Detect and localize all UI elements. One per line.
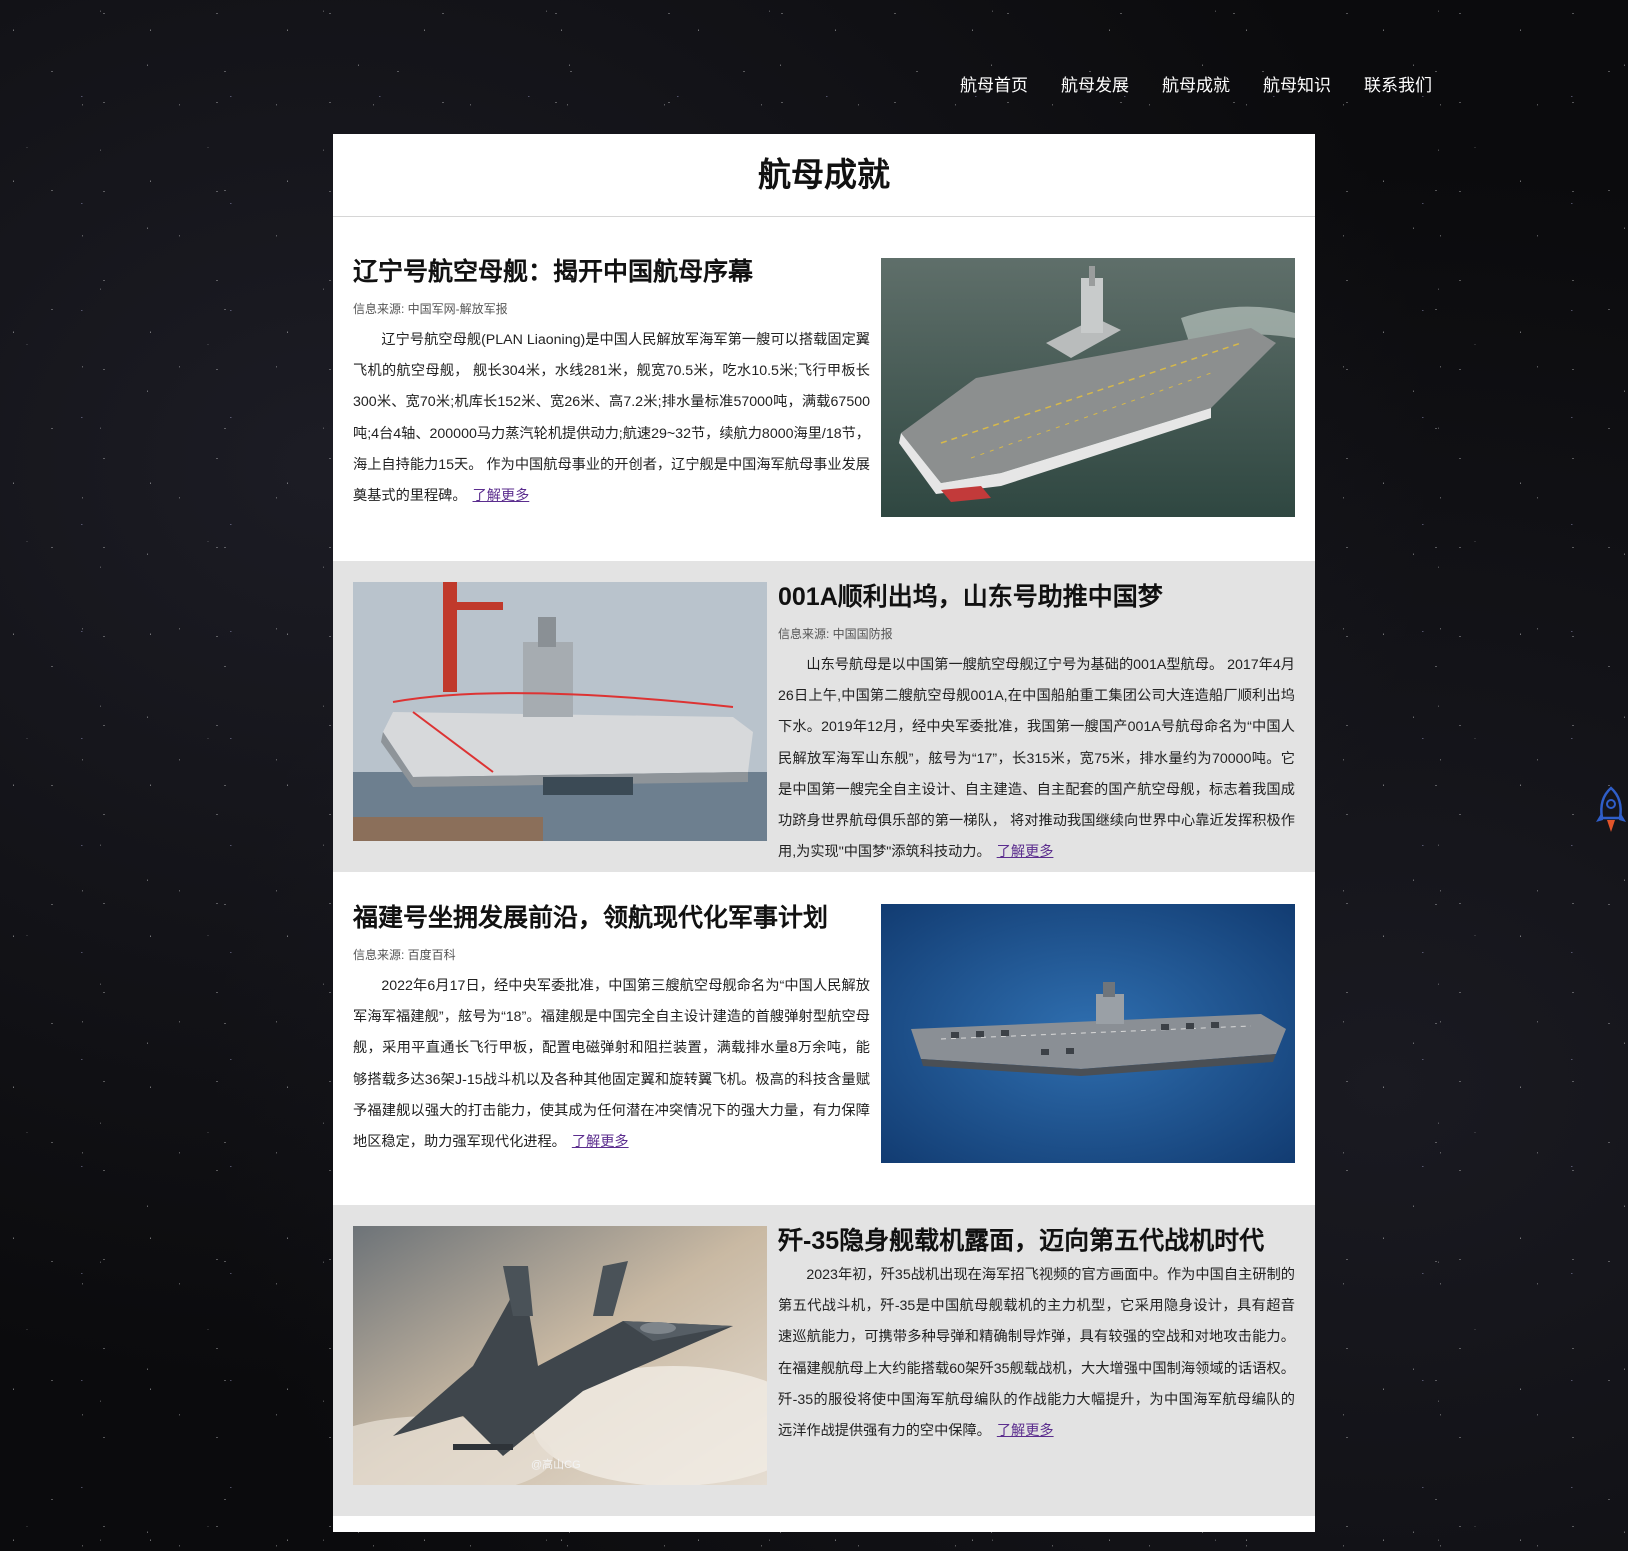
learn-more-link[interactable]: 了解更多 (997, 1423, 1054, 1439)
article-text: 福建号坐拥发展前沿，领航现代化军事计划 信息来源: 百度百科 2022年6月17… (353, 901, 870, 1158)
nav-item-achievements[interactable]: 航母成就 (1162, 72, 1230, 100)
article-title: 歼-35隐身舰载机露面，迈向第五代战机时代 (778, 1227, 1265, 1255)
learn-more-link[interactable]: 了解更多 (473, 488, 530, 504)
article-body-text: 2022年6月17日，经中央军委批准，中国第三艘航空母舰命名为“中国人民解放军海… (353, 978, 870, 1151)
j35-fighter-jet-photo: @高山CG (353, 1226, 767, 1485)
content-card: 航母成就 辽宁号航空母舰：揭开中国航母序幕 信息来源: 中国军网-解放军报 辽宁… (333, 134, 1315, 1532)
article-body-text: 辽宁号航空母舰(PLAN Liaoning)是中国人民解放军海军第一艘可以搭载固… (353, 332, 870, 505)
rocket-icon (1596, 786, 1626, 832)
article-body: 2022年6月17日，经中央军委批准，中国第三艘航空母舰命名为“中国人民解放军海… (353, 971, 870, 1158)
learn-more-link[interactable]: 了解更多 (997, 844, 1054, 860)
article-source: 信息来源: 百度百科 (353, 948, 456, 962)
j35-fighter-jet-photo-icon (353, 1226, 767, 1485)
article-title: 001A顺利出坞，山东号助推中国梦 (778, 583, 1163, 611)
aircraft-carrier-shandong-photo-icon (353, 582, 767, 841)
article-j35: @高山CG 歼-35隐身舰载机露面，迈向第五代战机时代 2023年初，歼35战机… (333, 1205, 1315, 1516)
article-text: 歼-35隐身舰载机露面，迈向第五代战机时代 2023年初，歼35战机出现在海军招… (778, 1224, 1295, 1447)
article-title: 辽宁号航空母舰：揭开中国航母序幕 (353, 258, 754, 286)
article-body-text: 山东号航母是以中国第一艘航空母舰辽宁号为基础的001A型航母。 2017年4月2… (778, 657, 1295, 861)
nav-item-development[interactable]: 航母发展 (1061, 72, 1129, 100)
article-liaoning: 辽宁号航空母舰：揭开中国航母序幕 信息来源: 中国军网-解放军报 辽宁号航空母舰… (333, 217, 1315, 539)
article-source: 信息来源: 中国国防报 (778, 627, 893, 641)
learn-more-link[interactable]: 了解更多 (572, 1134, 629, 1150)
top-nav: 航母首页 航母发展 航母成就 航母知识 联系我们 (960, 72, 1432, 100)
article-body: 山东号航母是以中国第一艘航空母舰辽宁号为基础的001A型航母。 2017年4月2… (778, 650, 1295, 868)
page-title: 航母成就 (333, 134, 1315, 217)
aircraft-carrier-fujian-photo-icon (881, 904, 1295, 1163)
aircraft-carrier-fujian-photo (881, 904, 1295, 1163)
article-source: 信息来源: 中国军网-解放军报 (353, 302, 508, 316)
aircraft-carrier-liaoning-photo (881, 258, 1295, 517)
article-shandong: 001A顺利出坞，山东号助推中国梦 信息来源: 中国国防报 山东号航母是以中国第… (333, 561, 1315, 872)
article-title: 福建号坐拥发展前沿，领航现代化军事计划 (353, 904, 829, 932)
image-watermark: @高山CG (531, 1459, 581, 1471)
article-fujian: 福建号坐拥发展前沿，领航现代化军事计划 信息来源: 百度百科 2022年6月17… (333, 872, 1315, 1194)
article-body-text: 2023年初，歼35战机出现在海军招飞视频的官方画面中。作为中国自主研制的第五代… (778, 1267, 1295, 1440)
article-body: 2023年初，歼35战机出现在海军招飞视频的官方画面中。作为中国自主研制的第五代… (778, 1260, 1295, 1447)
aircraft-carrier-shandong-photo (353, 582, 767, 841)
nav-item-contact[interactable]: 联系我们 (1364, 72, 1432, 100)
aircraft-carrier-liaoning-photo-icon (881, 258, 1295, 517)
article-body: 辽宁号航空母舰(PLAN Liaoning)是中国人民解放军海军第一艘可以搭载固… (353, 325, 870, 512)
article-text: 001A顺利出坞，山东号助推中国梦 信息来源: 中国国防报 山东号航母是以中国第… (778, 580, 1295, 868)
nav-item-home[interactable]: 航母首页 (960, 72, 1028, 100)
back-to-top-button[interactable] (1594, 786, 1628, 834)
nav-item-knowledge[interactable]: 航母知识 (1263, 72, 1331, 100)
article-text: 辽宁号航空母舰：揭开中国航母序幕 信息来源: 中国军网-解放军报 辽宁号航空母舰… (353, 255, 870, 512)
